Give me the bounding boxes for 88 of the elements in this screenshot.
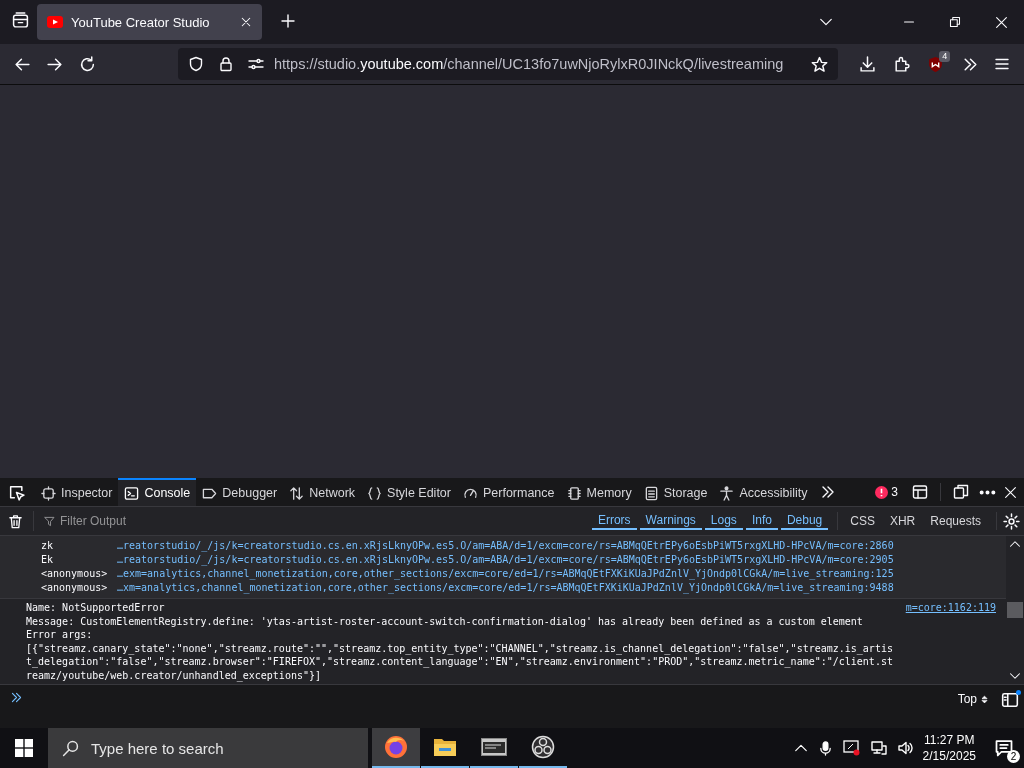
error-count[interactable]: 3 xyxy=(891,485,898,499)
scrollbar-thumb[interactable] xyxy=(1007,602,1023,618)
stack-function: <anonymous> xyxy=(41,567,109,581)
braces-icon xyxy=(367,485,383,501)
forward-icon xyxy=(46,55,64,73)
console-icon xyxy=(124,485,140,501)
stack-location-link[interactable]: …exm=analytics,channel_monetization,core,other_sections/excm=core/ed=1/rs=ABMqQEtFXKiKUaJPdZnlV_YjOndp0lCGkA/m=live_streaming:125 xyxy=(117,567,894,581)
notifications-icon[interactable] xyxy=(994,738,1014,758)
console-message-line: [{"streamz.canary_state":"none","streamz.route":"","streamz.top_entity_type":"CHANNEL","streamz.is_channel_delegation":"false","streamz.is_artist_delegation":"false","streamz.browser":"FIREFOX","streamz.content_language":"EN","streamz.environment":"PROD","streamz.metric_name":"/client.streamz/youtube/web.creator/unhandled_exceptions"}] xyxy=(26,641,893,682)
settings-icon[interactable] xyxy=(1003,512,1020,530)
microphone-icon[interactable] xyxy=(817,740,833,756)
request-type-filter[interactable]: XHR xyxy=(883,513,922,529)
devtools-tab[interactable]: Performance xyxy=(456,478,561,506)
windows-start-icon[interactable] xyxy=(15,739,33,757)
inspector-icon xyxy=(41,485,56,501)
scroll-up-icon[interactable] xyxy=(1009,538,1021,550)
browser-tab[interactable]: YouTube Creator Studio xyxy=(37,4,262,40)
log-level-filter[interactable]: Errors xyxy=(591,512,637,530)
extension-badge: 4 xyxy=(939,50,951,62)
devtools-tab[interactable]: Console xyxy=(118,478,197,506)
funnel-icon xyxy=(44,515,55,527)
network-arrows-icon xyxy=(289,485,305,501)
shield-icon[interactable] xyxy=(187,56,204,72)
devtools-tab[interactable]: Inspector xyxy=(35,478,119,506)
close-icon[interactable] xyxy=(1004,485,1017,499)
devtools-tab[interactable]: Memory xyxy=(560,478,638,506)
split-console-icon[interactable] xyxy=(912,484,928,500)
reload-icon[interactable] xyxy=(78,55,96,73)
close-icon[interactable] xyxy=(240,16,252,28)
stack-function: <anonymous> xyxy=(41,581,109,595)
sidebar-toggle-icon[interactable] xyxy=(1001,691,1019,709)
request-type-filter[interactable]: CSS xyxy=(844,513,881,529)
console-message-line: Name: NotSupportedError xyxy=(26,601,166,615)
lock-icon[interactable] xyxy=(217,56,234,72)
recorder-ring-icon[interactable] xyxy=(531,735,555,759)
taskbar-clock[interactable]: 11:27 PM 2/15/2025 xyxy=(922,732,976,764)
filter-output-field[interactable]: Filter Output xyxy=(33,511,127,531)
log-level-filter[interactable]: Warnings xyxy=(639,512,702,530)
stack-location-link[interactable]: …reatorstudio/_/js/k=creatorstudio.cs.en.xRjsLknyOPw.es5.O/am=ABA/d=1/excm=core/rs=ABMqQEtrEPy6oEsbPiWT5rxgXLHD-HPcVA/m=core:2905 xyxy=(117,553,894,567)
folder-icon[interactable] xyxy=(433,736,457,758)
prompt-chevrons-icon xyxy=(10,691,23,704)
log-level-filter[interactable]: Debug xyxy=(780,512,829,530)
indicator-dot-icon xyxy=(1016,690,1021,695)
bookmark-star-icon[interactable] xyxy=(811,55,829,73)
tab-list-icon[interactable] xyxy=(12,12,29,29)
download-icon[interactable] xyxy=(858,55,876,73)
log-level-filter[interactable]: Logs xyxy=(704,512,743,530)
request-type-filter[interactable]: Requests xyxy=(924,513,987,529)
browser-globe-icon[interactable] xyxy=(384,735,408,759)
log-level-filter[interactable]: Info xyxy=(745,512,778,530)
network-wired-icon[interactable] xyxy=(870,740,887,756)
search-icon xyxy=(62,739,79,757)
monitor-alert-icon[interactable] xyxy=(842,740,861,756)
console-message-line: Error args: xyxy=(26,628,94,642)
devtools-tab[interactable]: Network xyxy=(283,478,362,506)
volume-icon[interactable] xyxy=(896,740,913,756)
stack-location-link[interactable]: …xm=analytics,channel_monetization,core,other_sections/excm=core/ed=1/rs=ABMqQEtFXKiKUaJPdZnlV_YjOndp0lCGkA/m=live_streaming:9488 xyxy=(117,581,894,595)
accessibility-icon xyxy=(719,485,735,501)
stack-location-link[interactable]: …reatorstudio/_/js/k=creatorstudio.cs.en.xRjsLknyOPw.es5.O/am=ABA/d=1/excm=core/rs=ABMqQEtrEPy6oEsbPiWT5rxgXLHD-HPcVA/m=core:2860 xyxy=(117,539,894,553)
storage-icon xyxy=(643,485,659,501)
trash-icon[interactable] xyxy=(8,513,23,529)
terminal-window-icon[interactable] xyxy=(481,738,507,756)
close-icon[interactable] xyxy=(995,15,1008,29)
source-link[interactable]: m=core:1162:119 xyxy=(905,601,996,615)
taskbar-search-field[interactable]: Type here to search xyxy=(48,728,368,768)
permissions-icon[interactable] xyxy=(247,56,264,72)
stack-function: zk xyxy=(41,539,55,553)
error-icon xyxy=(875,485,889,499)
back-icon[interactable] xyxy=(13,55,31,73)
extensions-icon[interactable] xyxy=(893,55,910,73)
shield-extension-icon[interactable] xyxy=(927,55,945,73)
console-message-line: Message: CustomElementRegistry.define: 'ytas-artist-roster-account-switch-confirmation-dialog' has already been defined as a custom element xyxy=(26,614,864,628)
new-tab-icon[interactable] xyxy=(280,12,296,29)
stack-function: Ek xyxy=(41,553,55,567)
video-logo-icon xyxy=(47,16,63,28)
menu-icon[interactable] xyxy=(994,56,1011,72)
devtools-tab[interactable]: Style Editor xyxy=(361,478,457,506)
restore-icon[interactable] xyxy=(949,16,961,28)
context-selector[interactable]: Top xyxy=(957,692,977,706)
devtools-tab[interactable]: Debugger xyxy=(196,478,284,506)
scroll-down-icon[interactable] xyxy=(1009,670,1021,682)
dock-side-icon[interactable] xyxy=(953,484,969,500)
updown-caret-icon xyxy=(980,693,989,705)
devtools-tab[interactable]: Accessibility xyxy=(713,478,814,506)
devtools-tab[interactable]: Storage xyxy=(637,478,714,506)
notification-count: 2 xyxy=(1007,750,1020,763)
chip-icon xyxy=(566,485,582,501)
element-picker-icon[interactable] xyxy=(8,483,25,501)
